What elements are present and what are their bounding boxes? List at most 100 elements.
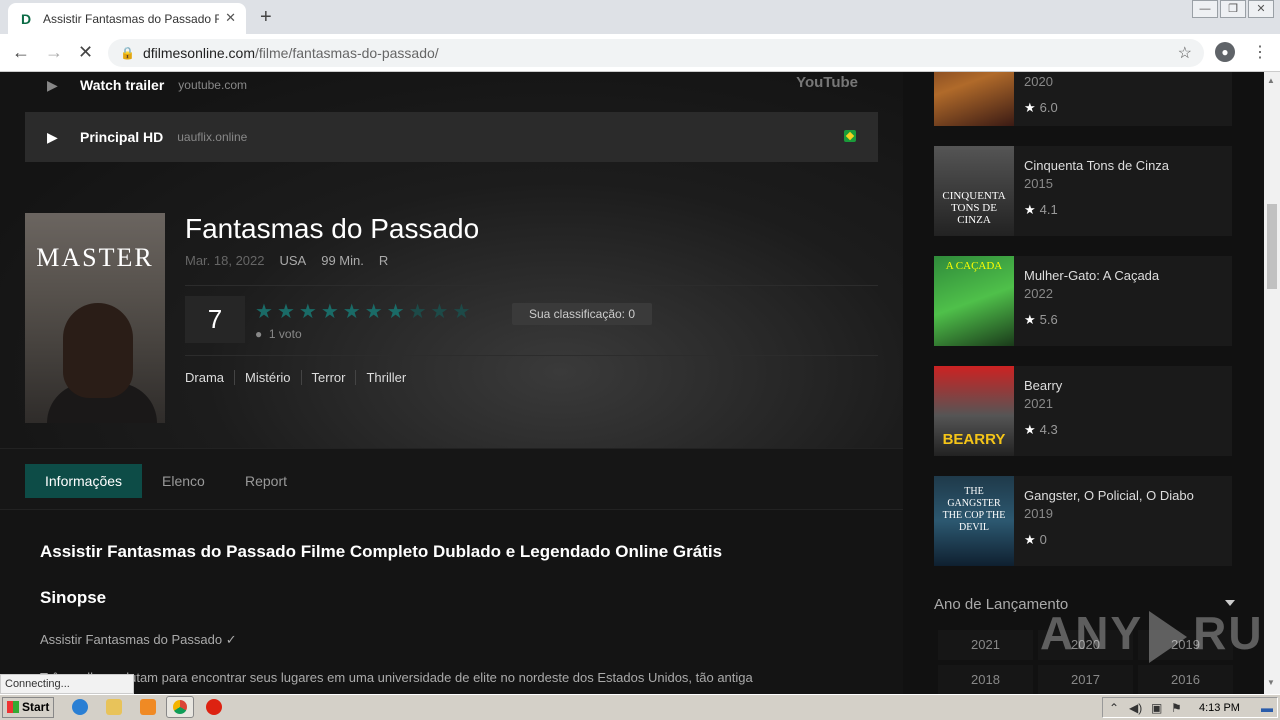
browser-tab[interactable]: D Assistir Fantasmas do Passado Filme ✕ [8, 3, 246, 34]
scroll-down-icon[interactable]: ▼ [1267, 678, 1275, 687]
sidebar-movie-card[interactable]: BEARRY Bearry 2021 ★ 4.3 [934, 366, 1232, 456]
address-bar[interactable]: 🔒 dfilmesonline.com/filme/fantasmas-do-p… [108, 39, 1204, 67]
bookmark-star-icon[interactable]: ☆ [1178, 43, 1192, 63]
player-option-trailer[interactable]: ▶ Watch trailer youtube.com YouTube [25, 72, 878, 110]
movie-thumbnail: THE GANGSTER THE COP THE DEVIL [934, 476, 1014, 566]
movie-poster: MASTER [25, 213, 165, 423]
play-icon: ▶ [47, 128, 58, 145]
movie-rating: ★ 5.6 [1024, 312, 1058, 327]
movie-year: 2019 [1024, 506, 1053, 521]
brazil-flag-icon [844, 130, 856, 142]
status-bubble: Connecting... [0, 674, 134, 694]
rating-star-icon[interactable]: ★ [255, 301, 273, 323]
close-window-icon[interactable]: ✕ [1248, 0, 1274, 18]
rating-star-icon[interactable]: ★ [431, 301, 449, 323]
clock: 4:13 PM [1199, 702, 1240, 714]
volume-icon[interactable]: ◀) [1129, 701, 1142, 715]
rating-star-icon[interactable]: ★ [321, 301, 339, 323]
chrome-taskbar-button[interactable] [166, 696, 194, 718]
genre-link[interactable]: Mistério [234, 370, 301, 385]
star-icon: ★ [1024, 312, 1036, 327]
browser-tab-bar: D Assistir Fantasmas do Passado Filme ✕ … [0, 0, 1280, 34]
rating-star-icon[interactable]: ★ [387, 301, 405, 323]
flag-icon[interactable]: ⚑ [1171, 701, 1182, 715]
new-tab-icon[interactable]: + [260, 6, 272, 29]
rating-star-icon[interactable]: ★ [452, 301, 470, 323]
tab-elenco[interactable]: Elenco [142, 464, 225, 498]
genre-link[interactable]: Drama [185, 370, 234, 385]
year-link[interactable]: 2021 [938, 630, 1033, 660]
info-tabs: Informações Elenco Report [0, 448, 903, 510]
rating-star-icon[interactable]: ★ [365, 301, 383, 323]
movie-title: Fantasmas do Passado [185, 213, 480, 244]
back-icon[interactable]: ← [12, 42, 30, 63]
browser-toolbar: ← → ✕ 🔒 dfilmesonline.com/filme/fantasma… [0, 34, 1280, 72]
year-link[interactable]: 2016 [1138, 665, 1233, 694]
genre-list: Drama Mistério Terror Thriller [185, 370, 416, 385]
your-rating-label: Sua classificação: 0 [512, 303, 652, 325]
sidebar-movie-card[interactable]: CINQUENTA TONS DE CINZA Cinquenta Tons d… [934, 146, 1232, 236]
movie-year: 2020 [1024, 74, 1053, 89]
rating-star-icon[interactable]: ★ [409, 301, 427, 323]
star-rating[interactable]: ★ ★ ★ ★ ★ ★ ★ ★ ★ ★ [255, 301, 470, 323]
window-controls: — ❐ ✕ [1190, 0, 1274, 18]
synopsis-line: Assistir Fantasmas do Passado ✓ [40, 632, 237, 647]
page-scrollbar[interactable]: ▲ ▼ [1264, 72, 1280, 694]
account-icon[interactable]: ● [1215, 42, 1235, 62]
lock-icon: 🔒 [120, 46, 135, 60]
scrollbar-thumb[interactable] [1267, 204, 1277, 289]
movie-name: Bearry [1024, 378, 1063, 393]
star-icon: ★ [1024, 100, 1036, 115]
scroll-up-icon[interactable]: ▲ [1267, 76, 1275, 85]
restore-icon[interactable]: ❐ [1220, 0, 1246, 18]
synopsis-text: Três mulheres lutam para encontrar seus … [40, 670, 753, 685]
age-rating: R [378, 253, 389, 268]
opera-icon[interactable] [206, 699, 222, 715]
os-taskbar: Start ⌃ ◀) ▣ ⚑ 4:13 PM ▬ [0, 694, 1280, 720]
player-name: Watch trailer [80, 77, 165, 93]
sidebar-movie-card[interactable]: A CAÇADA Mulher-Gato: A Caçada 2022 ★ 5.6 [934, 256, 1232, 346]
year-link[interactable]: 2017 [1038, 665, 1133, 694]
browser-menu-icon[interactable]: ⋮ [1252, 42, 1268, 62]
rating-star-icon[interactable]: ★ [299, 301, 317, 323]
start-button[interactable]: Start [2, 697, 54, 718]
movie-year: 2015 [1024, 176, 1053, 191]
sidebar-movie-card[interactable]: THE GANGSTER THE COP THE DEVIL Gangster,… [934, 476, 1232, 566]
close-tab-icon[interactable]: ✕ [225, 10, 236, 26]
forward-icon[interactable]: → [45, 42, 63, 63]
ie-icon[interactable] [72, 699, 88, 715]
windows-logo-icon [7, 701, 19, 713]
site-favicon-icon: D [20, 10, 32, 27]
divider [185, 285, 878, 286]
genre-link[interactable]: Terror [300, 370, 356, 385]
rating-star-icon[interactable]: ★ [277, 301, 295, 323]
rating-star-icon[interactable]: ★ [343, 301, 361, 323]
main-column: ▶ Watch trailer youtube.com YouTube ▶ Pr… [0, 72, 903, 694]
stop-loading-icon[interactable]: ✕ [78, 42, 93, 63]
media-player-icon[interactable] [140, 699, 156, 715]
tab-report[interactable]: Report [225, 464, 307, 498]
tab-informacoes[interactable]: Informações [25, 464, 143, 498]
movie-thumbnail: A CAÇADA [934, 256, 1014, 346]
minimize-icon[interactable]: — [1192, 0, 1218, 18]
tray-arrow-icon[interactable]: ⌃ [1109, 701, 1119, 715]
year-link[interactable]: 2018 [938, 665, 1033, 694]
country: USA [279, 253, 307, 268]
player-option-principal[interactable]: ▶ Principal HD uauflix.online [25, 112, 878, 162]
movie-thumbnail: BEARRY [934, 366, 1014, 456]
network-icon[interactable]: ▣ [1151, 701, 1162, 715]
movie-meta: Mar. 18, 2022 USA 99 Min. R [185, 253, 388, 268]
poster-title: MASTER [36, 243, 154, 272]
user-icon: ● [255, 327, 263, 341]
release-date: Mar. 18, 2022 [185, 253, 265, 268]
show-desktop-icon[interactable]: ▬ [1261, 701, 1273, 715]
page-viewport: ▶ Watch trailer youtube.com YouTube ▶ Pr… [0, 72, 1264, 694]
movie-year: 2021 [1024, 396, 1053, 411]
sidebar-movie-card[interactable]: 2020 ★ 6.0 [934, 72, 1232, 126]
synopsis-heading: Sinopse [40, 588, 107, 607]
player-name: Principal HD [80, 129, 164, 145]
folder-icon[interactable] [106, 699, 122, 715]
genre-link[interactable]: Thriller [355, 370, 416, 385]
movie-rating: ★ 6.0 [1024, 100, 1058, 115]
movie-rating: ★ 0 [1024, 532, 1047, 547]
